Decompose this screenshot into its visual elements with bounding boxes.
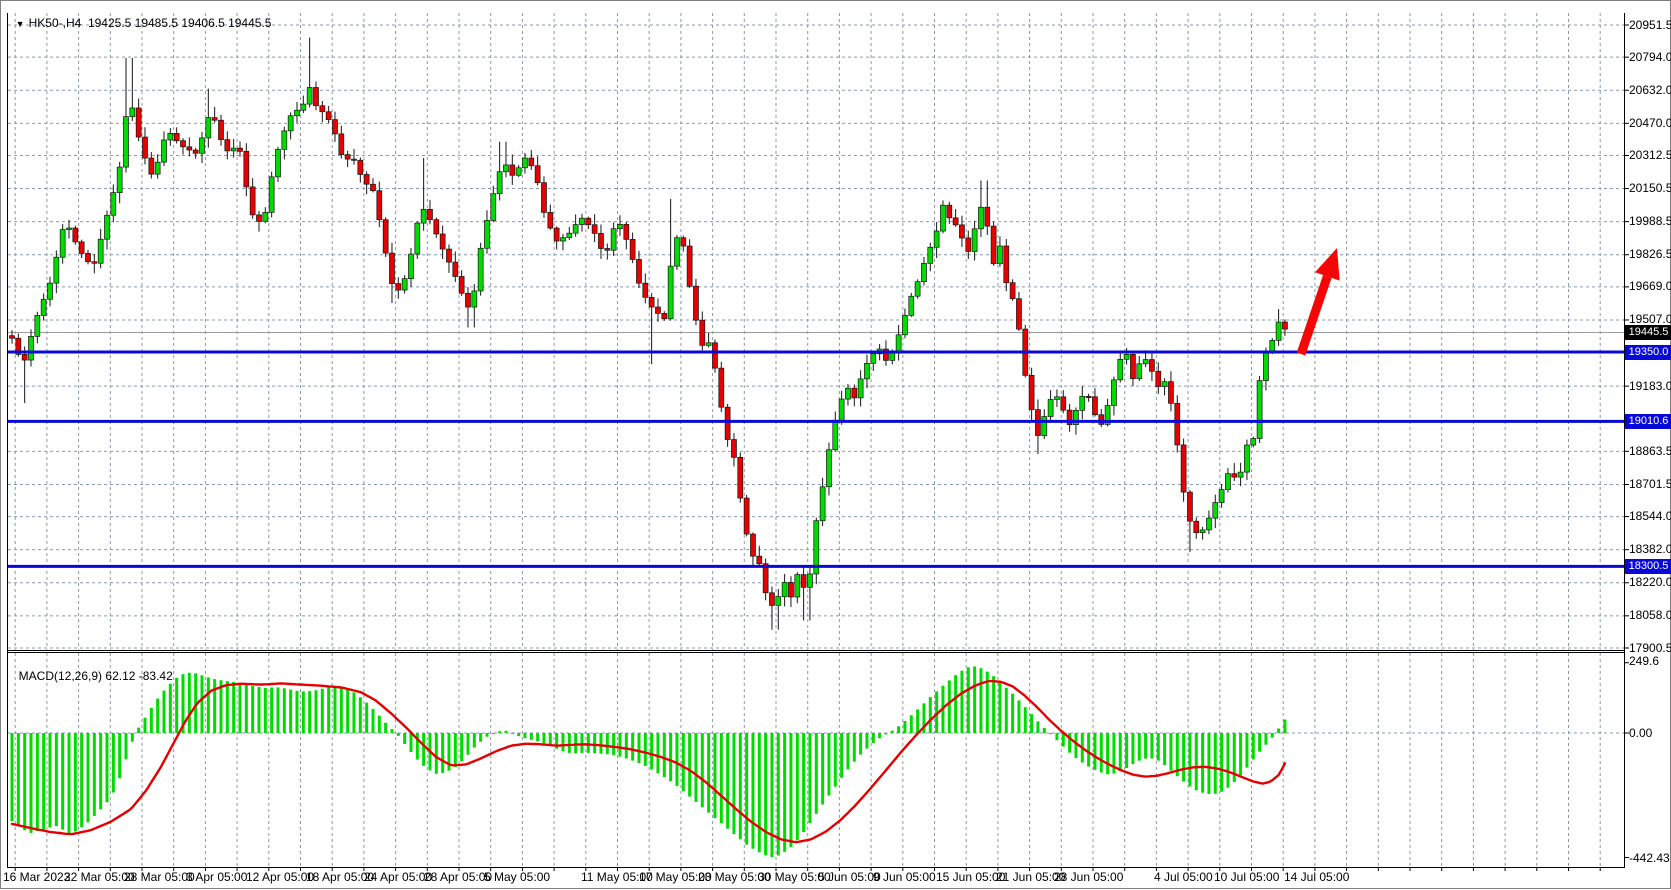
time-tick-label: 12 Apr 05:00 (246, 870, 314, 884)
price-tick-label: 20150.5 (1629, 182, 1671, 195)
price-level-badge: 19350.0 (1625, 345, 1671, 360)
macd-name: MACD(12,26,9) (19, 669, 102, 683)
time-tick-label: 9 Jun 05:00 (873, 870, 936, 884)
symbol-dropdown-icon[interactable]: ▼ (16, 19, 25, 29)
current-price-badge: 19445.5 (1625, 325, 1671, 340)
macd-current-values: 62.12 -83.42 (105, 669, 172, 683)
price-tick-label: 18544.0 (1629, 510, 1671, 523)
time-tick-label: 28 Jun 05:00 (1054, 870, 1123, 884)
macd-tick-label: 249.6 (1629, 655, 1659, 668)
price-tick-label: 18863.5 (1629, 445, 1671, 458)
time-tick-label: 10 Jul 05:00 (1214, 870, 1279, 884)
time-tick-label: 15 Jun 05:00 (936, 870, 1005, 884)
macd-tick-label: 0.00 (1629, 727, 1652, 740)
chart-window: { "window": { "dropdown_icon": "▼", "tit… (0, 0, 1671, 889)
time-tick-label: 4 Jul 05:00 (1154, 870, 1213, 884)
time-tick-label: 5 May 05:00 (484, 870, 550, 884)
price-tick-label: 18382.0 (1629, 543, 1671, 556)
symbol-timeframe-label: HK50-,H4 (29, 16, 82, 30)
price-tick-label: 18058.0 (1629, 609, 1671, 622)
candlestick-series (10, 38, 1288, 630)
price-tick-label: 20470.0 (1629, 117, 1671, 130)
price-tick-label: 19988.5 (1629, 215, 1671, 228)
price-tick-label: 20794.0 (1629, 51, 1671, 64)
time-tick-label: 24 Apr 05:00 (364, 870, 432, 884)
price-level-badge: 18300.5 (1625, 559, 1671, 574)
time-tick-label: 28 Apr 05:00 (424, 870, 492, 884)
time-tick-label: 28 Mar 05:00 (124, 870, 195, 884)
price-tick-label: 20632.0 (1629, 84, 1671, 97)
price-tick-label: 20951.5 (1629, 19, 1671, 32)
time-tick-label: 3 Apr 05:00 (186, 870, 247, 884)
time-tick-label: 14 Jul 05:00 (1284, 870, 1349, 884)
price-tick-label: 18220.0 (1629, 576, 1671, 589)
price-level-badge: 19010.6 (1625, 414, 1671, 429)
price-tick-label: 20312.5 (1629, 149, 1671, 162)
macd-indicator-label: MACD(12,26,9) 62.12 -83.42 (12, 655, 173, 683)
trend-arrow[interactable] (1301, 248, 1340, 354)
time-tick-label: 16 Mar 2023 (3, 870, 70, 884)
time-tick-label: 5 Jun 05:00 (818, 870, 881, 884)
price-tick-label: 18701.5 (1629, 478, 1671, 491)
ohlc-values-label: 19425.5 19485.5 19406.5 19445.5 (88, 16, 272, 30)
chart-canvas[interactable] (1, 1, 1671, 890)
macd-tick-label: -442.43 (1629, 852, 1670, 865)
price-tick-label: 19183.0 (1629, 380, 1671, 393)
plot-borders (7, 13, 1629, 871)
price-tick-label: 17900.5 (1629, 642, 1671, 655)
macd-histogram (11, 666, 1287, 857)
chart-title[interactable]: ▼ HK50-,H4 19425.5 19485.5 19406.5 19445.… (9, 2, 271, 30)
price-tick-label: 19826.5 (1629, 248, 1671, 261)
price-tick-label: 19669.0 (1629, 280, 1671, 293)
